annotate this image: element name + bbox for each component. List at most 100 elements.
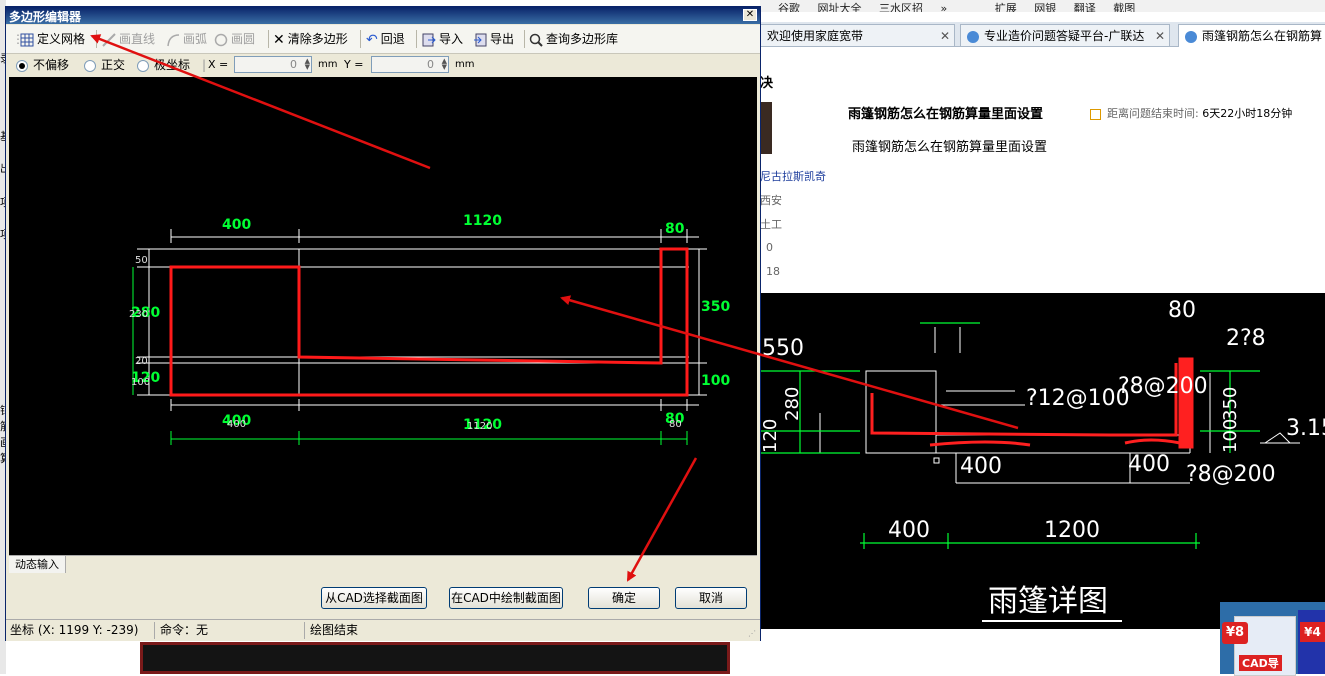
advert-banner[interactable]: CAD导 ¥8 ¥4: [1220, 602, 1325, 676]
more-bookmarks[interactable]: »: [941, 2, 948, 12]
browser-tab[interactable]: 欢迎使用家庭宽带 ✕: [760, 24, 955, 46]
detail-label: 80: [1168, 298, 1196, 323]
browser-tab[interactable]: 专业造价问题答疑平台-广联达 ✕: [960, 24, 1170, 46]
y-coordinate-input[interactable]: 0 ▲ ▼: [371, 56, 449, 73]
polar-label: 极坐标: [154, 58, 191, 72]
import-button[interactable]: 导入: [422, 30, 463, 48]
draw-circle-button[interactable]: 画圆: [214, 30, 255, 48]
cross-icon: ✕: [273, 31, 285, 48]
browser-tab-strip: 欢迎使用家庭宽带 ✕ 专业造价问题答疑平台-广联达 ✕ 雨篷钢筋怎么在钢筋算: [760, 22, 1325, 47]
bookmark[interactable]: 谷歌: [778, 2, 800, 12]
import-label: 导入: [439, 32, 464, 46]
undo-button[interactable]: ↶ 回退: [366, 30, 405, 48]
clock-icon: [1090, 108, 1101, 120]
toolbar-separator: [360, 30, 361, 48]
section-polygon[interactable]: [169, 247, 689, 397]
detail-label: 400: [1128, 452, 1170, 477]
circle-icon: [214, 33, 228, 46]
advert-label: CAD导: [1239, 655, 1282, 671]
translate-button[interactable]: 翻译: [1074, 2, 1096, 12]
bookmark[interactable]: 三水区招: [879, 2, 923, 12]
options-separator: |: [202, 58, 207, 72]
status-separator: [304, 622, 305, 639]
drawing-canvas[interactable]: 400 1120 80 400 1120 80 280 120 350 100 …: [9, 77, 757, 555]
status-separator: [154, 622, 155, 639]
resize-grip-icon[interactable]: ⋰: [748, 629, 758, 639]
draw-arc-label: 画弧: [183, 32, 208, 46]
right-dim-text: 350: [701, 299, 730, 315]
button-row: 从CAD选择截面图 在CAD中绘制截面图 确定 取消: [6, 577, 760, 617]
no-offset-radio[interactable]: 不偏移: [16, 57, 69, 73]
grid-lines: [137, 229, 707, 411]
select-from-cad-button[interactable]: 从CAD选择截面图: [321, 587, 427, 609]
user-info: 西安: [760, 194, 782, 207]
radio-icon: [84, 59, 96, 72]
undo-icon: ↶: [366, 31, 378, 48]
question-title[interactable]: 雨篷钢筋怎么在钢筋算量里面设置: [848, 103, 1043, 122]
cancel-button[interactable]: 取消: [675, 587, 747, 609]
draw-circle-label: 画圆: [231, 32, 256, 46]
close-button[interactable]: ✕: [743, 9, 757, 21]
draw-line-button[interactable]: 画直线: [102, 30, 155, 48]
bookmarks-bar: 谷歌 网址大全 三水区招 » 扩展 网银 翻译 截图: [760, 0, 1325, 12]
polar-radio[interactable]: 极坐标: [137, 57, 190, 73]
polygon-editor-dialog: 多边形编辑器 ✕ ⋮ 定义网格 画直线 画弧 画圆 ✕ 清除多边形 ↶ 回退 导入 …: [5, 6, 761, 641]
line-icon: [102, 32, 116, 47]
spinner-icon[interactable]: ▲ ▼: [301, 58, 310, 71]
x-value: 0: [290, 58, 297, 71]
orthogonal-radio[interactable]: 正交: [84, 57, 125, 73]
arc-icon: [167, 33, 180, 46]
bookmark[interactable]: 网址大全: [818, 2, 862, 12]
question-panel: 决 雨篷钢筋怎么在钢筋算量里面设置 距离问题结束时间: 6天22小时18分钟 雨…: [760, 70, 1325, 295]
toolbar-separator: [268, 30, 269, 48]
export-button[interactable]: 导出: [473, 30, 514, 48]
left-dim-text: 100: [131, 377, 150, 388]
detail-label: 400: [960, 454, 1002, 479]
ok-button[interactable]: 确定: [588, 587, 660, 609]
close-icon[interactable]: ✕: [940, 25, 950, 46]
toolbar-separator: [96, 30, 97, 48]
block-title: 决: [760, 76, 774, 91]
close-icon: ✕: [745, 9, 755, 20]
search-icon: [529, 33, 543, 47]
user-info: 土工: [760, 218, 782, 231]
dynamic-input-tab[interactable]: 动态输入: [9, 556, 66, 573]
x-coordinate-input[interactable]: 0 ▲ ▼: [234, 56, 312, 73]
dialog-titlebar[interactable]: 多边形编辑器 ✕: [6, 7, 760, 24]
detail-label: 280: [782, 387, 803, 421]
detail-label: 120: [760, 419, 781, 453]
bank-button[interactable]: 网银: [1034, 2, 1056, 12]
clear-polygon-label: 清除多边形: [287, 32, 348, 46]
radio-icon: [137, 59, 149, 72]
detail-label: 3.15: [1286, 416, 1325, 441]
left-dim-text: 20: [135, 356, 148, 367]
detail-label: 1200: [1044, 518, 1100, 543]
site-icon: [967, 30, 979, 43]
remaining-label: 距离问题结束时间:: [1107, 107, 1199, 120]
user-name[interactable]: 尼古拉斯凯奇: [760, 168, 826, 184]
draw-arc-button[interactable]: 画弧: [166, 30, 207, 48]
define-grid-button[interactable]: 定义网格: [20, 30, 85, 48]
canopy-detail-image: 80 2?8 550 ?12@100 ?8@200 120 280 350 10…: [760, 293, 1325, 629]
query-library-button[interactable]: 查询多边形库: [529, 30, 618, 48]
left-dim-text: 50: [135, 255, 148, 266]
tab-label: 专业造价问题答疑平台-广联达: [984, 29, 1145, 43]
remaining-time: 距离问题结束时间: 6天22小时18分钟: [1090, 105, 1292, 121]
top-dim-text: 400: [222, 217, 251, 233]
question-body: 雨篷钢筋怎么在钢筋算量里面设置: [852, 140, 1048, 155]
polygon-drawing[interactable]: 400 1120 80 400 1120 80 280 120 350 100 …: [9, 77, 757, 555]
extensions-button[interactable]: 扩展: [995, 2, 1017, 12]
draw-line-label: 画直线: [119, 32, 156, 46]
draw-in-cad-button[interactable]: 在CAD中绘制截面图: [449, 587, 563, 609]
close-icon[interactable]: ✕: [1155, 25, 1165, 46]
advert-badge: ¥8: [1222, 622, 1248, 644]
spinner-icon[interactable]: ▲ ▼: [438, 58, 447, 71]
advert-card: ¥4: [1298, 610, 1325, 674]
screenshot-button[interactable]: 截图: [1113, 2, 1135, 12]
clear-polygon-button[interactable]: ✕ 清除多边形: [273, 30, 348, 48]
right-dim-text: 100: [701, 373, 730, 389]
left-ghost-text: 230: [129, 309, 148, 320]
detail-label: ?12@100: [1026, 386, 1130, 411]
browser-tab-active[interactable]: 雨篷钢筋怎么在钢筋算: [1178, 24, 1325, 47]
status-command: 命令：无: [160, 623, 209, 637]
